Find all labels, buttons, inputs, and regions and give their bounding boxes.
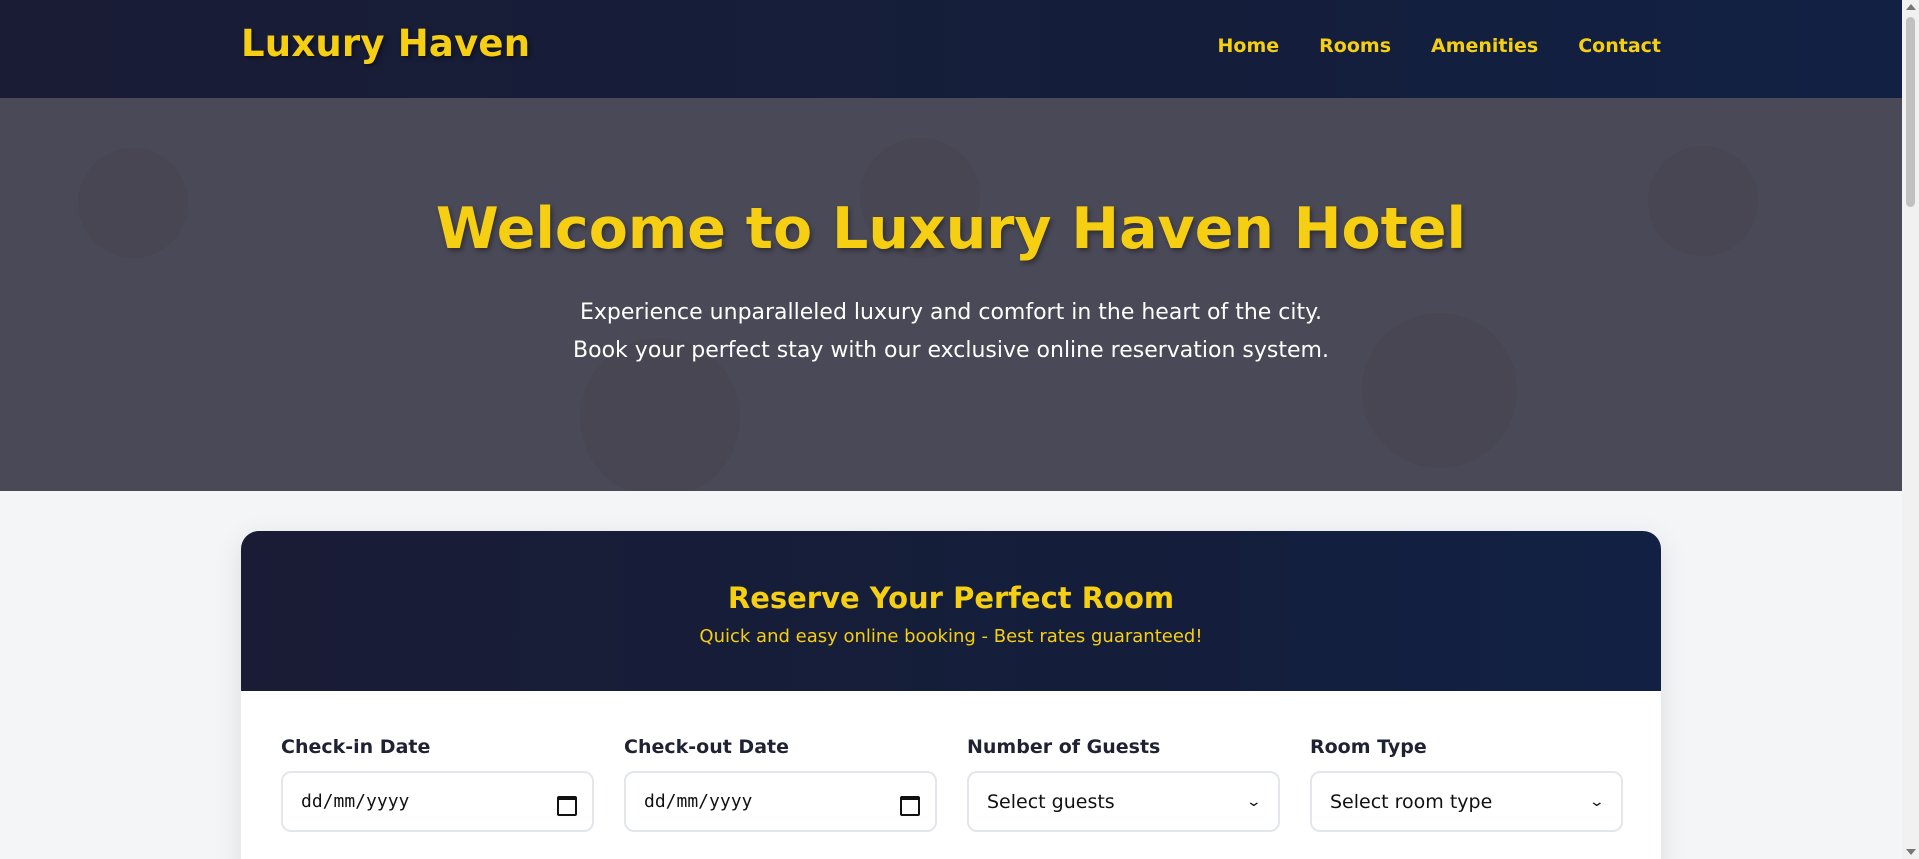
hero-subtitle-line: Experience unparalleled luxury and comfo… <box>580 300 1322 325</box>
checkout-value: dd/mm/yyyy <box>644 791 753 812</box>
guests-select[interactable]: Select guests ⌄ <box>967 771 1280 832</box>
booking-card-header: Reserve Your Perfect Room Quick and easy… <box>241 531 1661 691</box>
hero-title: Welcome to Luxury Haven Hotel <box>435 196 1467 262</box>
booking-form: Check-in Date dd/mm/yyyy Check-out Date … <box>281 736 1623 832</box>
page: Luxury Haven Home Rooms Amenities Contac… <box>0 0 1902 859</box>
room-type-field: Room Type Select room type ⌄ <box>1310 736 1623 832</box>
nav-rooms-link[interactable]: Rooms <box>1319 35 1391 57</box>
guests-field: Number of Guests Select guests ⌄ <box>967 736 1280 832</box>
checkin-date-input[interactable]: dd/mm/yyyy <box>281 771 594 832</box>
brand-logo[interactable]: Luxury Haven <box>241 22 530 65</box>
booking-subtitle: Quick and easy online booking - Best rat… <box>699 626 1203 647</box>
nav-home-link[interactable]: Home <box>1218 35 1280 57</box>
room-type-value: Select room type <box>1330 790 1493 813</box>
nav-contact-link[interactable]: Contact <box>1578 35 1661 57</box>
guests-label: Number of Guests <box>967 736 1161 758</box>
scroll-up-arrow-icon[interactable] <box>1906 4 1916 10</box>
chevron-down-icon: ⌄ <box>1588 793 1606 810</box>
room-type-label: Room Type <box>1310 736 1427 758</box>
guests-value: Select guests <box>987 790 1115 813</box>
checkin-field: Check-in Date dd/mm/yyyy <box>281 736 594 832</box>
chevron-down-icon: ⌄ <box>1245 793 1263 810</box>
calendar-icon[interactable] <box>899 793 920 816</box>
booking-title: Reserve Your Perfect Room <box>727 581 1175 615</box>
main-nav: Home Rooms Amenities Contact <box>1218 35 1661 57</box>
hero-subtitle: Experience unparalleled luxury and comfo… <box>0 294 1902 370</box>
hero-subtitle-line: Book your perfect stay with our exclusiv… <box>573 338 1329 363</box>
scroll-thumb[interactable] <box>1906 17 1915 207</box>
scroll-down-arrow-icon[interactable] <box>1906 849 1916 855</box>
page-scrollbar[interactable] <box>1902 0 1919 859</box>
room-type-select[interactable]: Select room type ⌄ <box>1310 771 1623 832</box>
nav-amenities-link[interactable]: Amenities <box>1431 35 1538 57</box>
checkout-date-input[interactable]: dd/mm/yyyy <box>624 771 937 832</box>
calendar-icon[interactable] <box>556 793 577 816</box>
checkin-label: Check-in Date <box>281 736 431 758</box>
checkin-value: dd/mm/yyyy <box>301 791 410 812</box>
checkout-field: Check-out Date dd/mm/yyyy <box>624 736 937 832</box>
site-header: Luxury Haven Home Rooms Amenities Contac… <box>0 0 1902 98</box>
booking-card: Reserve Your Perfect Room Quick and easy… <box>241 531 1661 859</box>
hero-section: Welcome to Luxury Haven Hotel Experience… <box>0 98 1902 491</box>
checkout-label: Check-out Date <box>624 736 789 758</box>
